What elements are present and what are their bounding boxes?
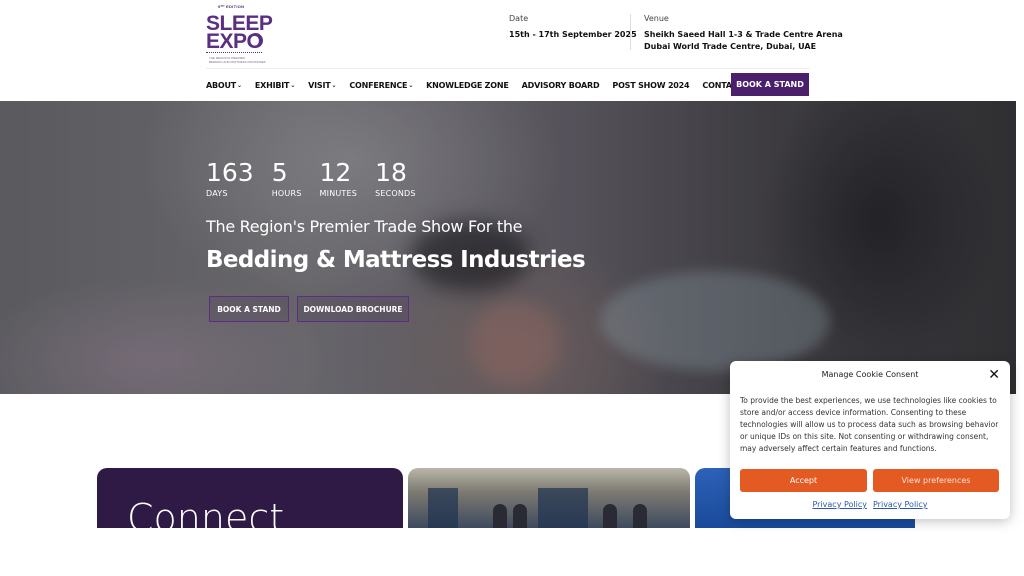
date-label: Date xyxy=(509,14,529,23)
event-venue: Venue Sheikh Saeed Hall 1-3 & Trade Cent… xyxy=(644,14,843,53)
venue-line-1: Sheikh Saeed Hall 1-3 & Trade Centre Are… xyxy=(644,30,843,39)
nav-item-visit[interactable]: VISIT ⌄ xyxy=(308,81,336,90)
logo-wave-icon xyxy=(206,52,262,55)
cookie-links: Privacy Policy Privacy Policy xyxy=(730,500,1010,509)
view-preferences-button[interactable]: View preferences xyxy=(873,469,999,492)
nav-item-conference[interactable]: CONFERENCE ⌄ xyxy=(349,81,413,90)
countdown-minutes: 12 MINUTES xyxy=(319,158,358,199)
event-date: Date 15th - 17th September 2025 xyxy=(509,14,637,41)
privacy-policy-link[interactable]: Privacy Policy xyxy=(812,500,867,509)
nav-item-about[interactable]: ABOUT ⌄ xyxy=(206,81,242,90)
countdown-label: SECONDS xyxy=(375,189,416,198)
nav-item-exhibit[interactable]: EXHIBIT ⌄ xyxy=(255,81,295,90)
countdown-seconds: 18 SECONDS xyxy=(375,158,416,199)
cookie-title: Manage Cookie Consent xyxy=(821,370,919,379)
person-shape xyxy=(493,504,507,528)
privacy-policy-link[interactable]: Privacy Policy xyxy=(873,500,928,509)
countdown-label: MINUTES xyxy=(319,189,358,198)
exhibition-photo-card[interactable] xyxy=(408,468,690,528)
cookie-body-text: To provide the best experiences, we use … xyxy=(740,396,999,453)
person-shape xyxy=(513,504,527,528)
hero-banner: 163 DAYS 5 HOURS 12 MINUTES 18 SECONDS T… xyxy=(0,101,1016,394)
header-rule xyxy=(206,68,810,69)
chevron-down-icon: ⌄ xyxy=(408,81,414,89)
chevron-down-icon: ⌄ xyxy=(331,81,337,89)
chevron-down-icon: ⌄ xyxy=(237,81,242,89)
header-divider xyxy=(630,14,631,50)
countdown-value: 163 xyxy=(206,158,254,187)
sleep-expo-logo[interactable]: 9ᵀᴴ EDITION SLEEP EXPO THE REGION'S PREM… xyxy=(206,4,273,64)
countdown-label: HOURS xyxy=(271,189,302,198)
booth-shape xyxy=(538,488,588,528)
venue-line-2: Dubai World Trade Centre, Dubai, UAE xyxy=(644,42,817,51)
countdown-value: 18 xyxy=(375,158,407,187)
nav-item-post-show-2024[interactable]: POST SHOW 2024 xyxy=(612,81,689,90)
booth-shape xyxy=(428,488,458,528)
chevron-down-icon: ⌄ xyxy=(290,81,296,89)
date-value: 15th - 17th September 2025 xyxy=(509,30,637,39)
close-icon[interactable]: ✕ xyxy=(988,367,1000,383)
person-shape xyxy=(603,504,617,528)
person-shape xyxy=(633,504,647,528)
countdown-days: 163 DAYS xyxy=(206,158,254,199)
connect-card[interactable]: Connect xyxy=(97,468,403,528)
download-brochure-button[interactable]: DOWNLOAD BROCHURE xyxy=(297,296,409,322)
nav-item-knowledge-zone[interactable]: KNOWLEDGE ZONE xyxy=(426,81,509,90)
venue-label: Venue xyxy=(644,14,669,23)
hero-book-a-stand-button[interactable]: BOOK A STAND xyxy=(209,296,289,322)
hero-subtitle: The Region's Premier Trade Show For the xyxy=(206,217,523,236)
countdown-value: 12 xyxy=(319,158,352,187)
countdown-value: 5 xyxy=(271,158,288,187)
countdown-hours: 5 HOURS xyxy=(271,158,302,199)
book-a-stand-button[interactable]: BOOK A STAND xyxy=(731,73,809,96)
cookie-consent-dialog: Manage Cookie Consent ✕ To provide the b… xyxy=(730,361,1010,519)
logo-moon-icon xyxy=(248,33,263,48)
site-header: 9ᵀᴴ EDITION SLEEP EXPO THE REGION'S PREM… xyxy=(0,0,1024,101)
logo-edition: 9ᵀᴴ EDITION xyxy=(218,4,245,9)
hero-title: Bedding & Mattress Industries xyxy=(206,247,586,273)
connect-card-title: Connect xyxy=(127,496,285,528)
logo-tagline-2: BEDDING AND MATTRESS INDUSTRIES xyxy=(209,60,266,64)
nav-item-advisory-board[interactable]: ADVISORY BOARD xyxy=(522,81,600,90)
main-nav: ABOUT ⌄ EXHIBIT ⌄ VISIT ⌄ CONFERENCE ⌄ KNOWL… xyxy=(206,74,770,96)
countdown-label: DAYS xyxy=(206,189,228,198)
accept-button[interactable]: Accept xyxy=(740,469,867,492)
countdown-timer: 163 DAYS 5 HOURS 12 MINUTES 18 SECONDS xyxy=(206,158,434,199)
